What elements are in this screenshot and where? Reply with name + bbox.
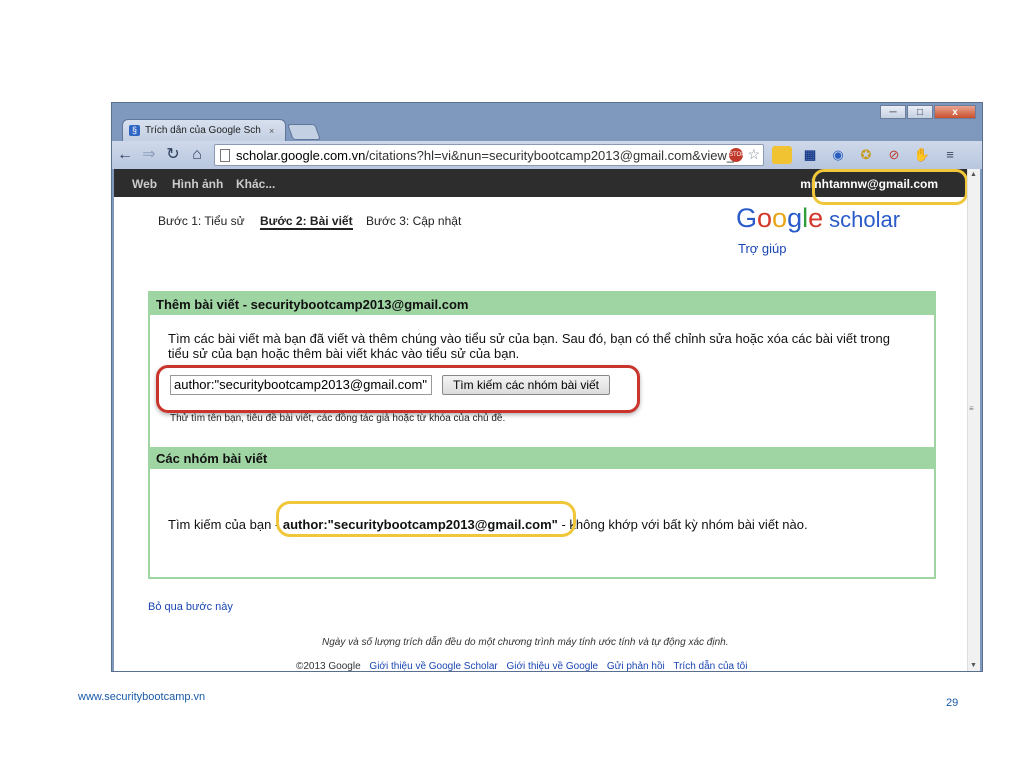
close-window-button[interactable]: x bbox=[934, 105, 976, 119]
slide-page-number: 29 bbox=[946, 697, 959, 709]
shield-extension-icon[interactable] bbox=[772, 146, 792, 164]
url-host: scholar.google.com.vn bbox=[236, 147, 366, 163]
footer-link-about-google[interactable]: Giới thiệu về Google bbox=[507, 661, 599, 671]
logo-letter: e bbox=[808, 203, 824, 233]
citation-note: Ngày và số lượng trích dẫn đều do một ch… bbox=[322, 637, 729, 648]
url-path: /citations?hl=vi&nun=securitybootcamp201… bbox=[365, 147, 735, 163]
browser-tab[interactable]: § Trích dẫn của Google Sch × bbox=[122, 119, 286, 141]
logo-letter: G bbox=[736, 203, 758, 233]
scroll-down-icon[interactable]: ▼ bbox=[970, 662, 977, 669]
gbar-link-more[interactable]: Khác... bbox=[236, 177, 275, 191]
page-footer: ©2013 Google Giới thiệu về Google Schola… bbox=[296, 661, 753, 671]
search-hint: Thử tìm tên bạn, tiêu đề bài viết, các đ… bbox=[170, 413, 506, 424]
browser-window: ─ □ x § Trích dẫn của Google Sch × ← ⇒ ↻… bbox=[111, 102, 983, 672]
gbar-link-images[interactable]: Hình ảnh bbox=[172, 177, 223, 191]
email-highlight bbox=[812, 169, 968, 205]
add-articles-intro: Tìm các bài viết mà bạn đã viết và thêm … bbox=[168, 331, 890, 361]
page-icon bbox=[220, 148, 230, 162]
step-2[interactable]: Bước 2: Bài viết bbox=[260, 214, 353, 230]
back-arrow-icon[interactable]: ← bbox=[114, 144, 136, 166]
result-suffix: - không khớp với bất kỳ nhóm bài viết nà… bbox=[557, 517, 808, 532]
step-1[interactable]: Bước 1: Tiểu sử bbox=[158, 214, 245, 228]
skip-step-link[interactable]: Bỏ qua bước này bbox=[148, 601, 233, 613]
home-icon[interactable]: ⌂ bbox=[186, 144, 208, 166]
page-viewport: Web Hình ảnh Khác... minhtamnw@gmail.com… bbox=[114, 169, 980, 671]
forward-arrow-icon[interactable]: ⇒ bbox=[138, 144, 160, 166]
tab-close-icon[interactable]: × bbox=[269, 126, 274, 136]
new-tab-button[interactable] bbox=[287, 124, 321, 140]
logo-letter: o bbox=[772, 203, 788, 233]
logo-scholar-word: scholar bbox=[829, 207, 901, 232]
hand-extension-icon[interactable]: ✋ bbox=[912, 146, 932, 164]
address-bar[interactable]: scholar.google.com.vn/citations?hl=vi&nu… bbox=[214, 144, 764, 166]
article-groups-title: Các nhóm bài viết bbox=[156, 451, 268, 466]
tab-title: Trích dẫn của Google Sch bbox=[145, 125, 261, 136]
extensions-bar: ▦ ◉ ✪ ⊘ ✋ ≡ bbox=[772, 146, 968, 164]
scholar-favicon-icon: § bbox=[129, 125, 140, 136]
query-highlight bbox=[276, 501, 576, 537]
add-articles-header: Thêm bài viết - securitybootcamp2013@gma… bbox=[150, 293, 934, 315]
block-extension-icon[interactable]: ⊘ bbox=[884, 146, 904, 164]
footer-link-feedback[interactable]: Gửi phản hồi bbox=[607, 661, 665, 671]
logo-letter: o bbox=[757, 203, 773, 233]
step-3[interactable]: Bước 3: Cập nhật bbox=[366, 214, 461, 228]
footer-link-my-citations[interactable]: Trích dẫn của tôi bbox=[673, 661, 747, 671]
logo-letter: g bbox=[787, 203, 803, 233]
url-text: scholar.google.com.vn/citations?hl=vi&nu… bbox=[236, 148, 734, 163]
window-controls: ─ □ x bbox=[879, 105, 976, 119]
stop-sign-icon[interactable]: STOP bbox=[729, 148, 745, 162]
help-link[interactable]: Trợ giúp bbox=[738, 241, 787, 256]
vertical-scrollbar[interactable]: ▲ ≡ ▼ bbox=[967, 169, 980, 671]
article-groups-header: Các nhóm bài viết bbox=[150, 447, 934, 469]
globe-extension-icon[interactable]: ◉ bbox=[828, 146, 848, 164]
reload-icon[interactable]: ↻ bbox=[162, 144, 184, 166]
add-articles-title: Thêm bài viết - securitybootcamp2013@gma… bbox=[156, 297, 469, 312]
result-prefix: Tìm kiếm của bạn - bbox=[168, 517, 283, 532]
mask-extension-icon[interactable]: ✪ bbox=[856, 146, 876, 164]
translate-extension-icon[interactable]: ▦ bbox=[800, 146, 820, 164]
minimize-button[interactable]: ─ bbox=[880, 105, 906, 119]
search-highlight bbox=[156, 365, 640, 413]
google-scholar-logo[interactable]: Google scholar bbox=[736, 203, 900, 234]
footer-link-about-scholar[interactable]: Giới thiệu về Google Scholar bbox=[369, 661, 497, 671]
scroll-grip-icon[interactable]: ≡ bbox=[969, 405, 978, 413]
scroll-up-icon[interactable]: ▲ bbox=[970, 171, 977, 178]
bookmark-star-icon[interactable]: ☆ bbox=[747, 146, 760, 163]
footer-copyright: ©2013 Google bbox=[296, 661, 361, 671]
browser-toolbar: ← ⇒ ↻ ⌂ scholar.google.com.vn/citations?… bbox=[112, 141, 982, 169]
gbar-link-web[interactable]: Web bbox=[132, 177, 157, 191]
slide-website: www.securitybootcamp.vn bbox=[78, 691, 206, 703]
maximize-button[interactable]: □ bbox=[907, 105, 933, 119]
menu-icon[interactable]: ≡ bbox=[940, 146, 960, 164]
